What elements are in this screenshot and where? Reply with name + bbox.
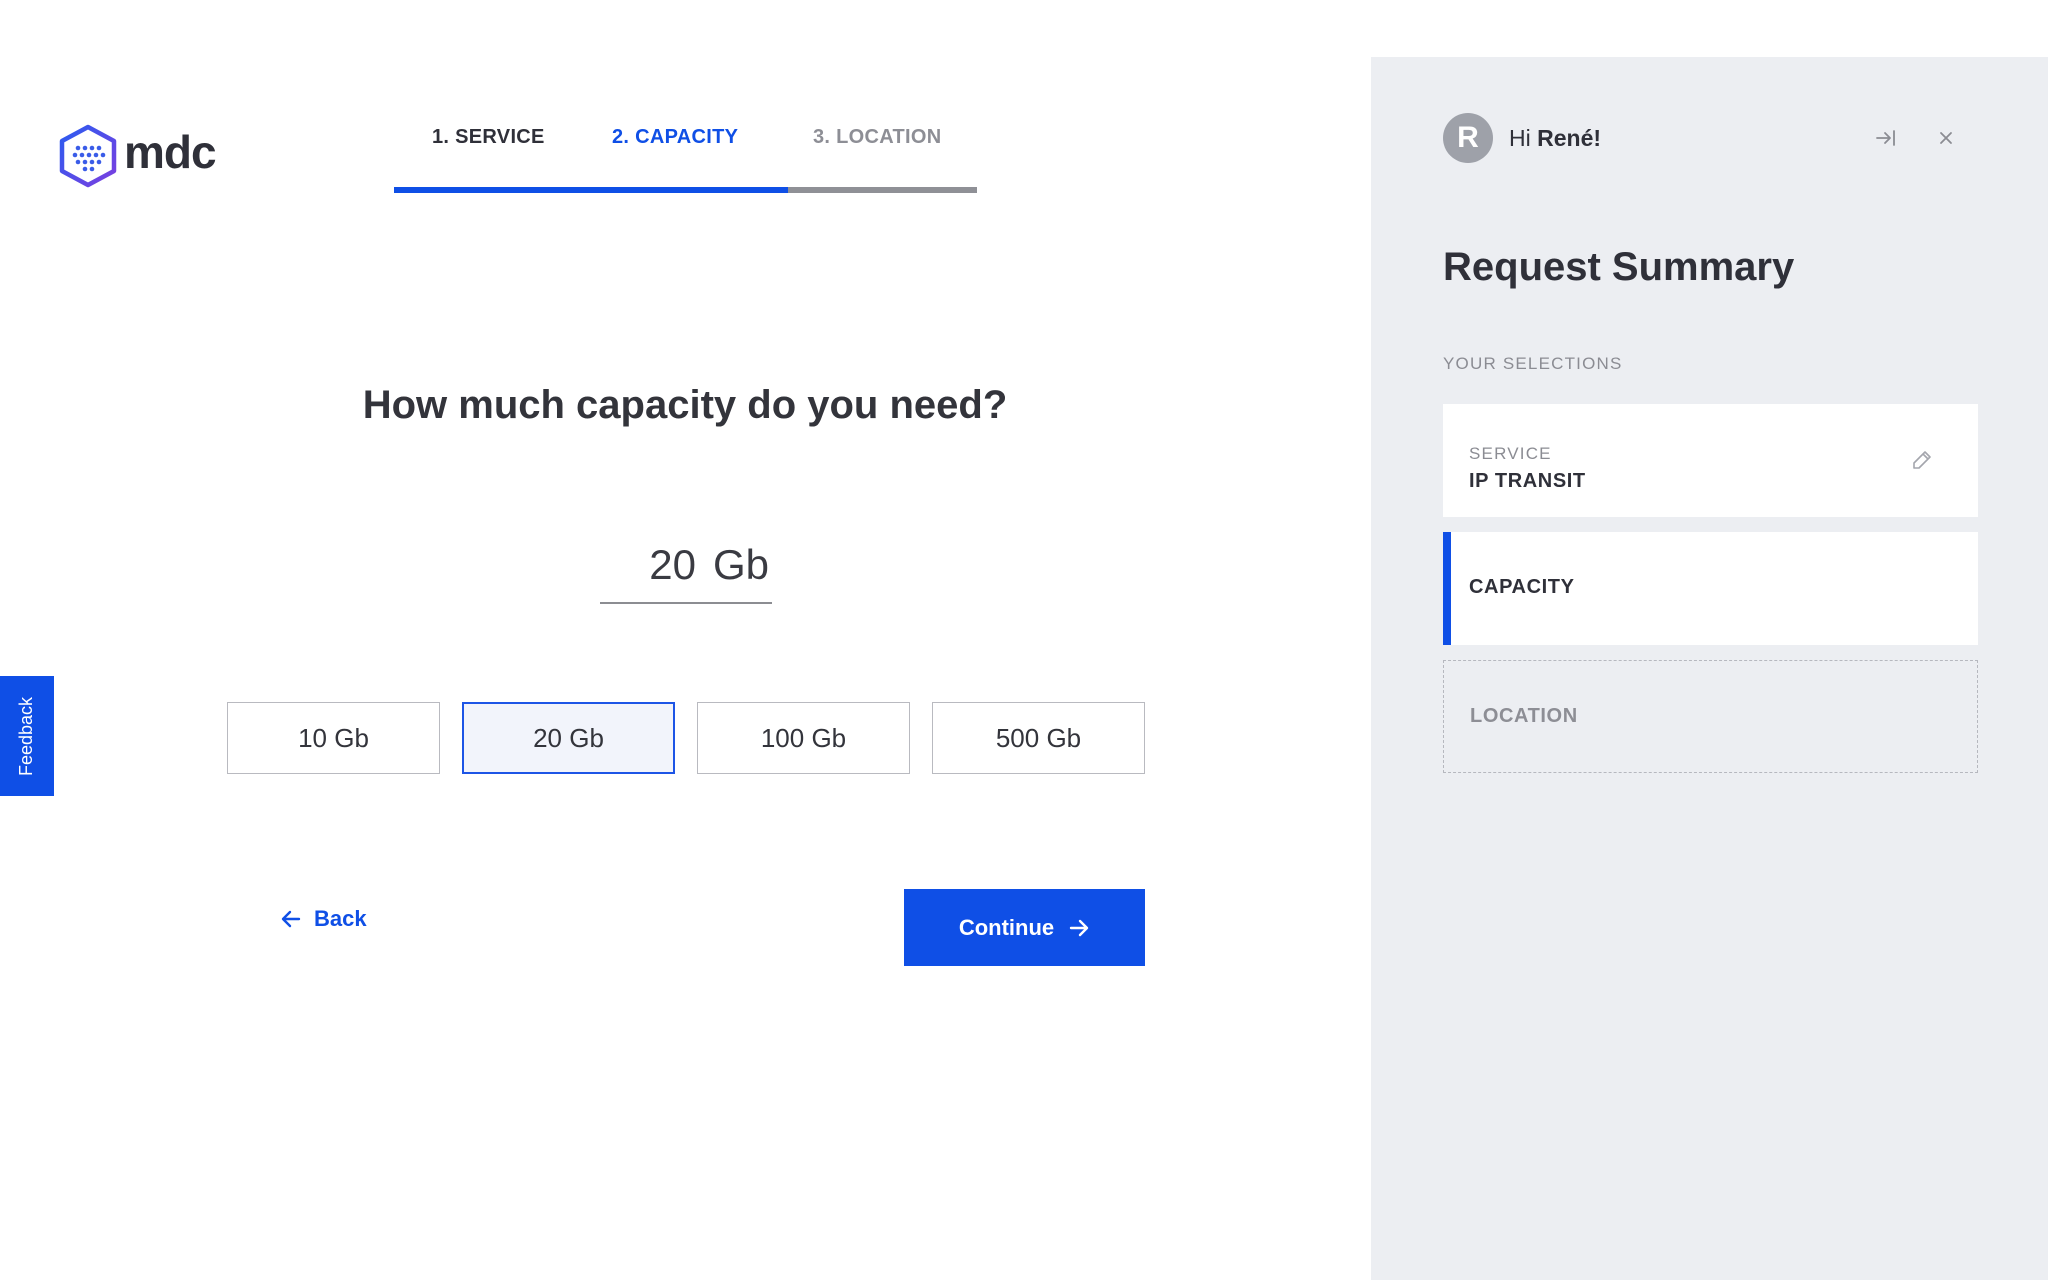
collapse-panel-icon[interactable] bbox=[1871, 123, 1901, 153]
user-name: René! bbox=[1537, 125, 1602, 151]
step-capacity[interactable]: 2. CAPACITY bbox=[612, 120, 738, 154]
capacity-card-label: CAPACITY bbox=[1469, 576, 1575, 598]
progress-fill bbox=[394, 187, 788, 193]
feedback-label: Feedback bbox=[16, 696, 37, 776]
progress-track bbox=[394, 187, 977, 193]
option-20gb[interactable]: 20 Gb bbox=[462, 702, 675, 774]
hexagon-dots-icon bbox=[59, 124, 117, 188]
page-title: How much capacity do you need? bbox=[362, 383, 1008, 427]
summary-card-location: LOCATION bbox=[1443, 660, 1978, 773]
pencil-icon[interactable] bbox=[1910, 448, 1934, 472]
step-service[interactable]: 1. SERVICE bbox=[432, 120, 545, 154]
continue-label: Continue bbox=[958, 914, 1055, 940]
option-10gb[interactable]: 10 Gb bbox=[227, 702, 440, 774]
greeting-prefix: Hi bbox=[1509, 125, 1531, 151]
option-100gb[interactable]: 100 Gb bbox=[697, 702, 910, 774]
mdc-logo[interactable]: mdc bbox=[58, 124, 217, 188]
step-location[interactable]: 3. LOCATION bbox=[813, 120, 942, 154]
greeting: Hi René! bbox=[1509, 123, 1601, 153]
back-label: Back bbox=[314, 906, 367, 931]
capacity-field: Gb bbox=[600, 530, 772, 604]
service-card-label: SERVICE bbox=[1469, 444, 1552, 463]
capacity-input[interactable] bbox=[600, 540, 700, 590]
option-500gb[interactable]: 500 Gb bbox=[932, 702, 1145, 774]
request-summary-panel: R Hi René! Request Summary YOUR SELECTIO… bbox=[1371, 57, 2048, 1280]
location-card-label: LOCATION bbox=[1470, 705, 1578, 727]
summary-card-service[interactable]: SERVICE IP TRANSIT bbox=[1443, 404, 1978, 517]
logo-text: mdc bbox=[124, 126, 217, 178]
back-button[interactable]: Back bbox=[280, 906, 367, 932]
summary-card-capacity: CAPACITY bbox=[1443, 532, 1978, 645]
step-progress: 1. SERVICE 2. CAPACITY 3. LOCATION bbox=[394, 120, 977, 194]
summary-title: Request Summary bbox=[1443, 245, 1795, 289]
arrow-left-icon bbox=[281, 910, 301, 928]
service-card-value: IP TRANSIT bbox=[1469, 470, 1586, 492]
capacity-options: 10 Gb 20 Gb 100 Gb 500 Gb bbox=[227, 702, 1145, 774]
selections-label: YOUR SELECTIONS bbox=[1443, 354, 1623, 373]
continue-button[interactable]: Continue bbox=[904, 889, 1145, 966]
close-icon[interactable] bbox=[1931, 123, 1961, 153]
feedback-tab[interactable]: Feedback bbox=[0, 676, 54, 796]
capacity-unit: Gb bbox=[713, 541, 770, 588]
arrow-right-icon bbox=[1069, 919, 1089, 936]
avatar: R bbox=[1443, 113, 1493, 163]
